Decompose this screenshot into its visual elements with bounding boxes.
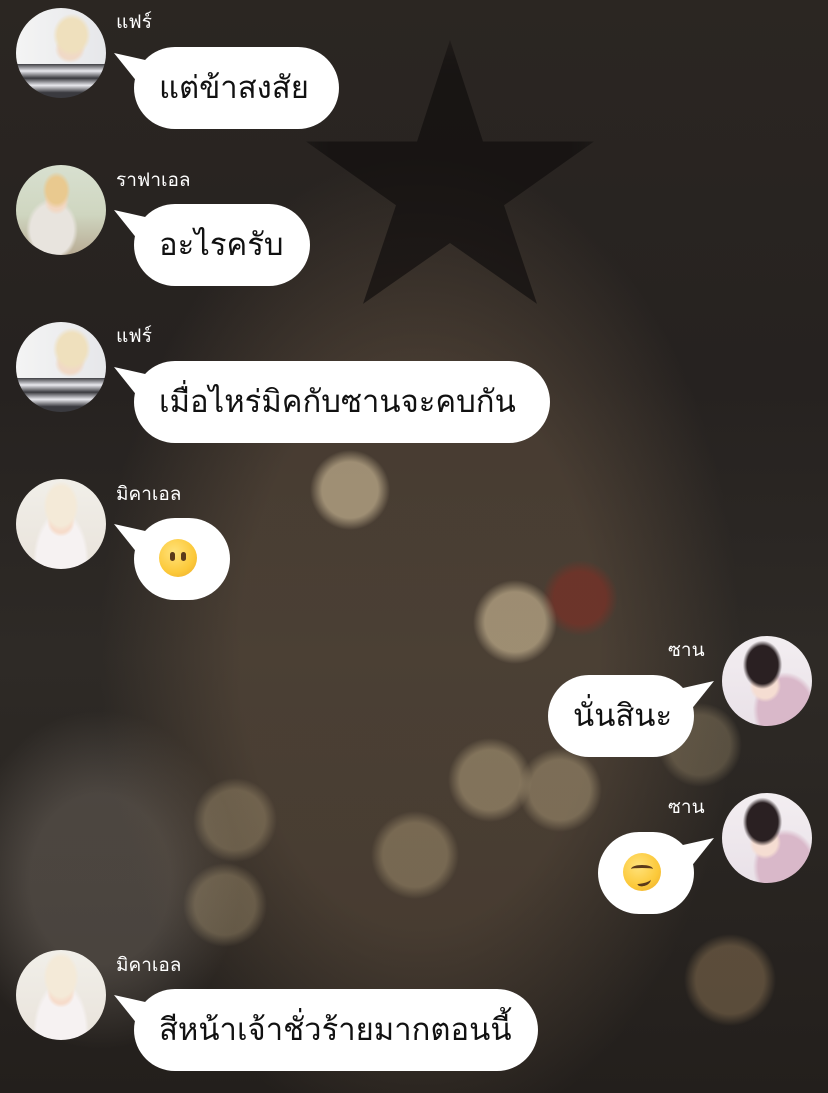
avatar[interactable]	[722, 636, 812, 726]
avatar[interactable]	[16, 950, 106, 1040]
message-text: อะไรครับ	[159, 227, 284, 263]
message-text: แต่ข้าสงสัย	[159, 70, 309, 106]
sender-name: ราฟาเอล	[116, 169, 191, 191]
message-text: เมื่อไหร่มิคกับซานจะคบกัน	[159, 384, 516, 420]
message-text: นั่นสินะ	[573, 698, 673, 734]
sender-name: แฟร์	[116, 11, 152, 33]
message-bubble[interactable]: เมื่อไหร่มิคกับซานจะคบกัน	[134, 361, 550, 443]
message-bubble[interactable]	[134, 518, 230, 600]
message-bubble[interactable]: อะไรครับ	[134, 204, 310, 286]
message-bubble[interactable]: สีหน้าเจ้าชั่วร้ายมากตอนนี้	[134, 989, 538, 1071]
avatar[interactable]	[722, 793, 812, 883]
face-without-mouth-emoji	[159, 538, 197, 577]
sender-name: มิคาเอล	[116, 483, 182, 505]
avatar[interactable]	[16, 479, 106, 569]
sender-name: แฟร์	[116, 325, 152, 347]
avatar[interactable]	[16, 8, 106, 98]
message-bubble[interactable]	[598, 832, 694, 914]
sender-name: ซาน	[668, 796, 705, 818]
message-bubble[interactable]: แต่ข้าสงสัย	[134, 47, 339, 129]
avatar[interactable]	[16, 165, 106, 255]
message-bubble[interactable]: นั่นสินะ	[548, 675, 694, 757]
avatar[interactable]	[16, 322, 106, 412]
message-text: สีหน้าเจ้าชั่วร้ายมากตอนนี้	[159, 1012, 512, 1048]
smirking-face-emoji	[623, 852, 661, 891]
sender-name: ซาน	[668, 639, 705, 661]
sender-name: มิคาเอล	[116, 954, 182, 976]
